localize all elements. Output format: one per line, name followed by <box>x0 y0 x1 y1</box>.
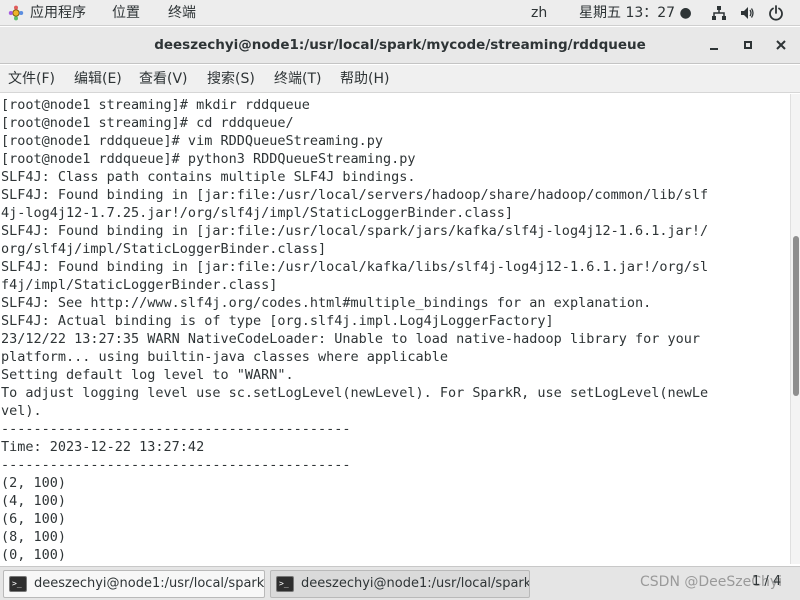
terminal-line: [root@node1 rddqueue]# python3 RDDQueueS… <box>1 151 416 167</box>
window-title: deeszechyi@node1:/usr/local/spark/mycode… <box>154 37 646 53</box>
terminal-line: vel). <box>1 403 42 419</box>
applications-menu[interactable]: 应用程序 <box>30 4 86 22</box>
volume-icon[interactable] <box>739 5 755 21</box>
terminal-line: f4j/impl/StaticLoggerBinder.class] <box>1 277 278 293</box>
terminal-lines: [root@node1 streaming]# mkdir rddqueue [… <box>1 96 708 564</box>
scrollbar-thumb[interactable] <box>793 236 799 396</box>
input-method-indicator[interactable]: zh <box>531 4 547 22</box>
menu-view[interactable]: 查看(V) <box>139 70 188 88</box>
terminal-line: org/slf4j/impl/StaticLoggerBinder.class] <box>1 241 327 257</box>
places-menu[interactable]: 位置 <box>112 4 140 22</box>
terminal-line: Time: 2023-12-22 13:27:42 <box>1 439 205 455</box>
workspace-pager[interactable]: 1 / 4 <box>752 574 781 589</box>
menu-file[interactable]: 文件(F) <box>8 70 55 88</box>
terminal-line: (0, 100) <box>1 547 67 563</box>
menu-search[interactable]: 搜索(S) <box>207 70 255 88</box>
terminal-line: SLF4J: Found binding in [jar:file:/usr/l… <box>1 259 709 275</box>
terminal-line: SLF4J: Class path contains multiple SLF4… <box>1 169 416 185</box>
terminal-line: platform... using builtin-java classes w… <box>1 349 449 365</box>
window-list-taskbar: >_ deeszechyi@node1:/usr/local/spark··· … <box>0 566 800 600</box>
minimize-icon[interactable] <box>706 37 722 53</box>
terminal-line: 23/12/22 13:27:35 WARN NativeCodeLoader:… <box>1 331 700 347</box>
terminal-line: SLF4J: Found binding in [jar:file:/usr/l… <box>1 187 709 203</box>
terminal-line: Setting default log level to "WARN". <box>1 367 294 383</box>
terminal-line: SLF4J: Found binding in [jar:file:/usr/l… <box>1 223 709 239</box>
terminal-line: 4j-log4j12-1.7.25.jar!/org/slf4j/impl/St… <box>1 205 514 221</box>
terminal-line: (2, 100) <box>1 475 67 491</box>
menu-terminal[interactable]: 终端(T) <box>274 70 321 88</box>
terminal-line: ----------------------------------------… <box>1 457 351 473</box>
terminal-line: ----------------------------------------… <box>1 421 351 437</box>
terminal-line: SLF4J: See http://www.slf4j.org/codes.ht… <box>1 295 652 311</box>
terminal-line: [root@node1 streaming]# cd rddqueue/ <box>1 115 294 131</box>
terminal-line: To adjust logging level use sc.setLogLev… <box>1 385 709 401</box>
terminal-icon: >_ <box>9 576 27 592</box>
menu-help[interactable]: 帮助(H) <box>340 70 389 88</box>
applications-icon[interactable] <box>8 5 24 21</box>
terminal-app-menu[interactable]: 终端 <box>168 4 196 22</box>
power-icon[interactable] <box>768 5 784 21</box>
menu-bar: 文件(F) 编辑(E) 查看(V) 搜索(S) 终端(T) 帮助(H) <box>0 65 800 93</box>
terminal-icon: >_ <box>276 576 294 592</box>
clock[interactable]: 星期五 13：27 ● <box>579 4 692 22</box>
menu-edit[interactable]: 编辑(E) <box>74 70 122 88</box>
terminal-line: [root@node1 rddqueue]# vim RDDQueueStrea… <box>1 133 384 149</box>
taskbar-window-2[interactable]: >_ deeszechyi@node1:/usr/local/spark··· <box>270 570 530 598</box>
network-icon[interactable] <box>711 5 727 21</box>
maximize-icon[interactable] <box>740 37 756 53</box>
terminal-line: (6, 100) <box>1 511 67 527</box>
taskbar-window-label: deeszechyi@node1:/usr/local/spark··· <box>301 576 530 591</box>
terminal-line: (8, 100) <box>1 529 67 545</box>
window-titlebar[interactable]: deeszechyi@node1:/usr/local/spark/mycode… <box>0 27 800 64</box>
close-icon[interactable] <box>773 37 789 53</box>
taskbar-window-1[interactable]: >_ deeszechyi@node1:/usr/local/spark··· <box>3 570 265 598</box>
terminal-scrollbar[interactable] <box>790 94 800 564</box>
terminal-line: SLF4J: Actual binding is of type [org.sl… <box>1 313 554 329</box>
top-panel: 应用程序 位置 终端 zh 星期五 13：27 ● <box>0 0 800 26</box>
terminal-output[interactable]: [root@node1 streaming]# mkdir rddqueue [… <box>0 94 790 564</box>
terminal-line: [root@node1 streaming]# mkdir rddqueue <box>1 97 310 113</box>
terminal-line: (4, 100) <box>1 493 67 509</box>
taskbar-window-label: deeszechyi@node1:/usr/local/spark··· <box>34 576 265 591</box>
